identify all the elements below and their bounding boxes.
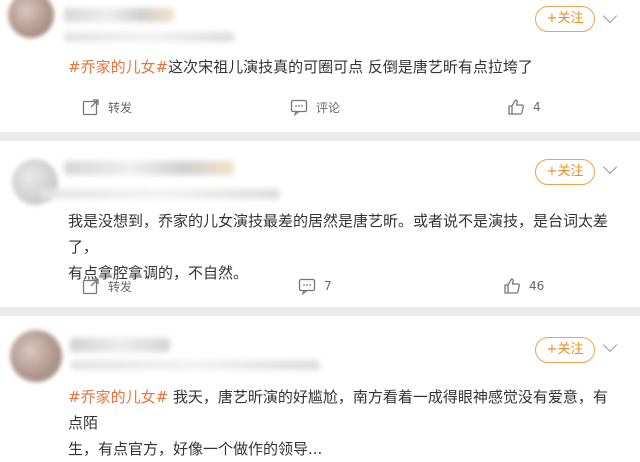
post-content: 我是没想到，乔家的儿女演技最差的居然是唐艺昕。或者说不是演技，是台词太差了， 有… (68, 208, 620, 286)
hashtag-link[interactable]: #乔家的儿女# (68, 388, 168, 406)
chevron-down-icon[interactable] (602, 8, 618, 24)
follow-button[interactable]: +关注 (535, 6, 595, 32)
post-meta-blurred (40, 189, 280, 199)
like-count: 46 (529, 279, 545, 293)
comment-icon (290, 99, 308, 116)
repost-button[interactable]: 转发 (82, 276, 132, 296)
like-button[interactable]: 4 (507, 97, 541, 117)
repost-label: 转发 (108, 279, 133, 294)
follow-button[interactable]: +关注 (535, 337, 595, 363)
post-content: #乔家的儿女# 我天，唐艺昕演的好尴尬，南方看着一成得眼神感觉没有爱意，有点陌 … (68, 384, 620, 462)
share-icon (82, 278, 99, 295)
post-text-line: 生，有点官方，好像一个做作的领导... (68, 440, 323, 458)
post-divider (0, 307, 640, 316)
post-text-line: #乔家的儿女# 我天，唐艺昕演的好尴尬，南方看着一成得眼神感觉没有爱意，有点陌 (68, 384, 620, 436)
like-button[interactable]: 46 (503, 276, 544, 296)
comment-label: 评论 (316, 100, 341, 115)
username-blurred[interactable] (64, 161, 234, 175)
follow-button[interactable]: +关注 (535, 159, 595, 185)
hashtag-link[interactable]: #乔家的儿女# (68, 58, 168, 76)
like-icon (508, 99, 524, 115)
post-content: #乔家的儿女#这次宋祖儿演技真的可圈可点 反倒是唐艺昕有点拉垮了 (68, 54, 620, 80)
username-blurred[interactable] (64, 8, 174, 22)
comment-icon (298, 278, 316, 295)
post-meta-blurred (70, 360, 320, 370)
comment-button[interactable]: 评论 (290, 97, 340, 117)
post-3: +关注 #乔家的儿女# 我天，唐艺昕演的好尴尬，南方看着一成得眼神感觉没有爱意，… (0, 316, 640, 458)
share-icon (82, 99, 99, 116)
chevron-down-icon[interactable] (602, 159, 618, 175)
post-1: +关注 #乔家的儿女#这次宋祖儿演技真的可圈可点 反倒是唐艺昕有点拉垮了 转发 … (0, 0, 640, 128)
chevron-down-icon[interactable] (602, 337, 618, 353)
post-meta-blurred (64, 32, 234, 42)
repost-label: 转发 (108, 100, 133, 115)
like-count: 4 (533, 100, 541, 114)
avatar[interactable] (10, 330, 62, 382)
post-text: 这次宋祖儿演技真的可圈可点 反倒是唐艺昕有点拉垮了 (168, 58, 533, 76)
like-icon (504, 278, 520, 294)
comment-button[interactable]: 7 (298, 276, 332, 296)
username-blurred[interactable] (70, 338, 170, 352)
post-text-line: 我是没想到，乔家的儿女演技最差的居然是唐艺昕。或者说不是演技，是台词太差了， (68, 212, 609, 256)
comment-count: 7 (324, 279, 332, 293)
avatar[interactable] (8, 0, 54, 38)
post-2: +关注 我是没想到，乔家的儿女演技最差的居然是唐艺昕。或者说不是演技，是台词太差… (0, 141, 640, 304)
post-divider (0, 132, 640, 141)
repost-button[interactable]: 转发 (82, 97, 132, 117)
